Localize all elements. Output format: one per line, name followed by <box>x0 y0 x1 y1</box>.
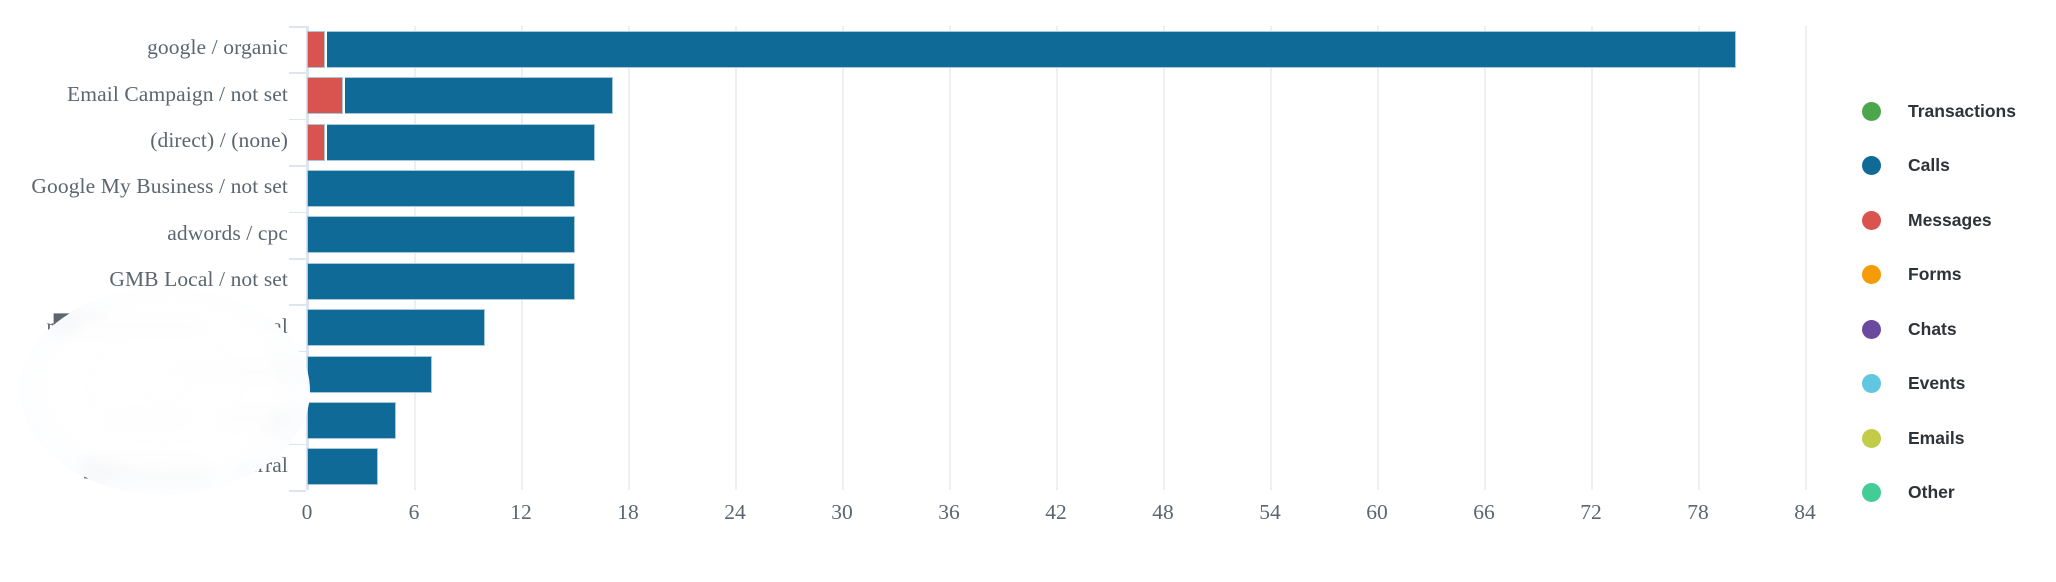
legend-swatch-icon <box>1862 101 1881 121</box>
legend-item-transactions[interactable]: Transactions <box>1862 84 2056 139</box>
x-axis-tick-label: 48 <box>1152 500 1174 524</box>
legend-item-other[interactable]: Other <box>1862 466 2056 521</box>
chart-page: google / organic Email Campaign / not set… <box>0 0 2056 582</box>
legend-item-label: Chats <box>1908 318 1957 339</box>
legend-item-chats[interactable]: Chats <box>1862 302 2056 357</box>
legend-item-events[interactable]: Events <box>1862 357 2056 412</box>
x-axis-tick-label: 24 <box>724 500 746 524</box>
x-axis-tick-label: 6 <box>408 500 420 524</box>
legend-item-forms[interactable]: Forms <box>1862 248 2056 303</box>
x-axis-tick-labels: 0 6 12 18 24 30 36 42 48 54 60 66 72 78 84 <box>0 0 1820 582</box>
legend-swatch-icon <box>1862 374 1881 394</box>
x-axis-tick-label: 60 <box>1366 500 1388 524</box>
x-axis-tick-label: 78 <box>1687 500 1709 524</box>
traffic-source-stacked-bar-chart: google / organic Email Campaign / not set… <box>0 0 1820 582</box>
chart-legend: Transactions Calls Messages Forms Chats Event… <box>1862 84 2056 520</box>
legend-item-label: Other <box>1908 482 1955 503</box>
legend-swatch-icon <box>1862 156 1881 176</box>
legend-item-calls[interactable]: Calls <box>1862 139 2056 194</box>
legend-swatch-icon <box>1862 319 1881 339</box>
legend-item-label: Transactions <box>1908 100 2016 121</box>
x-axis-tick-label: 66 <box>1473 500 1495 524</box>
x-axis-tick-label: 72 <box>1580 500 1602 524</box>
legend-swatch-icon <box>1862 210 1881 230</box>
legend-swatch-icon <box>1862 483 1881 503</box>
legend-item-label: Events <box>1908 373 1966 394</box>
x-axis-tick-label: 54 <box>1259 500 1281 524</box>
legend-item-label: Messages <box>1908 209 1992 230</box>
legend-item-label: Calls <box>1908 155 1950 176</box>
legend-item-label: Emails <box>1908 427 1965 448</box>
x-axis-tick-label: 42 <box>1045 500 1067 524</box>
legend-item-messages[interactable]: Messages <box>1862 193 2056 248</box>
legend-swatch-icon <box>1862 428 1881 448</box>
x-axis-tick-label: 18 <box>617 500 639 524</box>
legend-item-emails[interactable]: Emails <box>1862 411 2056 466</box>
x-axis-tick-label: 12 <box>510 500 532 524</box>
x-axis-tick-label: 0 <box>301 500 313 524</box>
x-axis-tick-label: 36 <box>938 500 960 524</box>
x-axis-tick-label: 30 <box>831 500 853 524</box>
x-axis-tick-label: 84 <box>1794 500 1816 524</box>
legend-swatch-icon <box>1862 265 1881 285</box>
legend-item-label: Forms <box>1908 264 1962 285</box>
